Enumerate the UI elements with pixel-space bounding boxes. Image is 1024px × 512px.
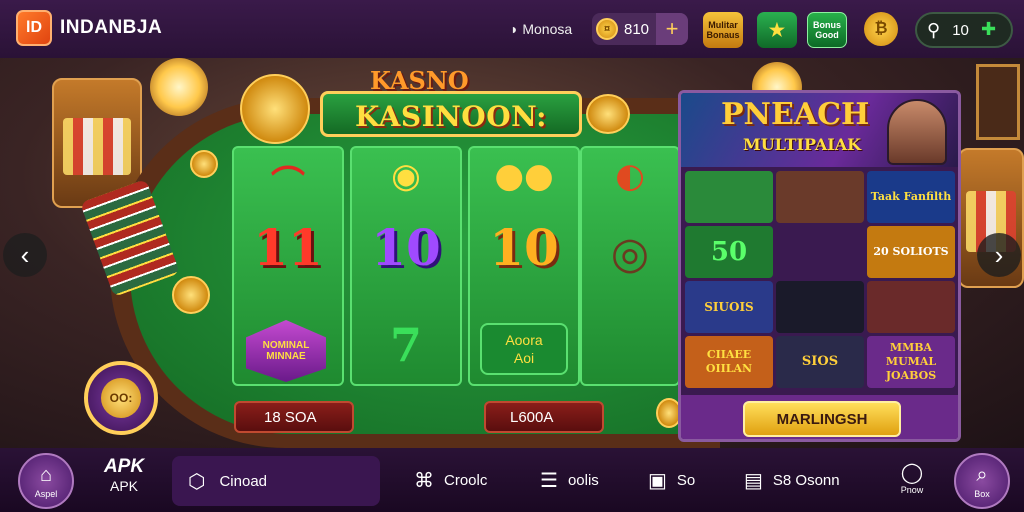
casino-scene: KASNO KASINOON: ⌒ 11 NOMINAL MINNAE ◉ 10…	[0, 58, 1024, 448]
nav-search-label: Box	[974, 488, 990, 499]
star-promo-icon[interactable]: ★	[757, 12, 797, 48]
nav-small-button[interactable]: ◯ Pnow	[892, 460, 932, 495]
search-icon: ⌕	[976, 463, 988, 486]
game-tile[interactable]	[776, 171, 864, 223]
top-bar: lD INDANBJA ◗ Monosa ¤ 810 + Mulitar Bon…	[0, 0, 1024, 58]
nav-active-label: Cinoad	[219, 472, 268, 490]
bet-box[interactable]: L600A	[484, 401, 604, 433]
chip-button[interactable]: OO:	[84, 361, 158, 435]
promo-grid: Taak Fanfilth 50 20 SOLIOTS SIUOIS CIIAE…	[685, 171, 955, 388]
chevron-right-icon[interactable]: ›	[977, 233, 1021, 277]
document-icon: ▤	[744, 470, 763, 492]
user-count: 10	[952, 21, 969, 39]
reel-2[interactable]: ◉ 10 7	[350, 146, 462, 386]
reel-number: 11	[253, 218, 323, 277]
game-title-banner: KASINOON:	[320, 91, 582, 137]
nav-item[interactable]: ☰ oolis	[540, 468, 599, 493]
barrel-icon: ◉	[391, 156, 421, 196]
coin-icon	[190, 150, 218, 178]
donut-icon: ◎	[610, 228, 650, 279]
currency-text: Monosa	[522, 21, 573, 37]
lamp-icon	[150, 58, 208, 116]
chip-value: OO:	[101, 378, 141, 418]
coins-icon: ●●	[494, 156, 554, 196]
reel-number: 10	[489, 218, 559, 277]
reel-4[interactable]: ◐ ◎	[580, 146, 680, 386]
promo-button[interactable]: MARLINGSH	[743, 401, 901, 437]
nav-search-button[interactable]: ⌕ Box	[954, 453, 1010, 509]
reel-badge: Aoora Aoi	[480, 323, 568, 375]
nav-item[interactable]: ▣ So	[648, 468, 695, 493]
brand-name: INDANBJA	[60, 17, 163, 38]
apk-logo: APK	[103, 456, 145, 477]
chat-icon: ◯	[900, 462, 924, 484]
nav-active-tab[interactable]: ⬡ Cinoad	[172, 456, 380, 506]
nav-home-label: Aspel	[34, 488, 58, 499]
coin-icon	[240, 74, 310, 144]
game-tile[interactable]: Taak Fanfilth	[867, 171, 955, 223]
hexagon-icon: ⬡	[188, 470, 206, 493]
apk-label: APK	[109, 478, 138, 494]
game-tile[interactable]: SIOS	[776, 336, 864, 388]
bet-box[interactable]: 18 SOA	[234, 401, 354, 433]
game-tile[interactable]: SIUOIS	[685, 281, 773, 333]
nav-home-button[interactable]: ⌂ Aspel	[18, 453, 74, 509]
game-tile[interactable]	[867, 281, 955, 333]
game-tile[interactable]: CIIAEE OIILAN	[685, 336, 773, 388]
promo-subtitle: MULTIPAIAK	[743, 135, 862, 154]
user-icon: ⚲	[927, 19, 941, 40]
coin-icon: ¤	[596, 18, 618, 40]
gem-icon: ✚	[981, 19, 997, 39]
nav-item-label: Croolc	[444, 472, 488, 489]
chevron-left-icon[interactable]: ‹	[3, 233, 47, 277]
nav-small-label: Pnow	[900, 485, 924, 495]
game-tile[interactable]: 20 SOLIOTS	[867, 226, 955, 278]
game-title: KASINOON:	[354, 100, 548, 133]
nav-item[interactable]: ▤ S8 Osonn	[744, 468, 840, 493]
bottom-nav	[0, 448, 1024, 512]
game-tile[interactable]: MMBA MUMAL JOABOS	[867, 336, 955, 388]
app-logo[interactable]: lD	[16, 10, 52, 46]
user-pill[interactable]: ⚲ 10 ✚	[915, 12, 1013, 48]
home-icon: ⌂	[39, 463, 53, 486]
promo-title: PNEACH	[721, 97, 870, 132]
reel-3[interactable]: ●● 10 Aoora Aoi	[468, 146, 580, 386]
currency-label[interactable]: ◗ Monosa	[510, 21, 572, 37]
bonus-icon[interactable]: Bonus Good	[807, 12, 847, 48]
coin-icon	[586, 94, 630, 134]
chart-icon: ▣	[648, 470, 667, 492]
promo-icon-1[interactable]: Mulitar Bonaus	[703, 12, 743, 48]
seven-icon: 7	[389, 318, 422, 372]
reel-number: 10	[371, 218, 441, 277]
nav-apk-button[interactable]: APK APK	[96, 456, 152, 494]
coin-icon	[172, 276, 210, 314]
wall-portrait	[976, 64, 1020, 140]
nav-item[interactable]: ⌘ Croolc	[414, 468, 487, 493]
game-tile[interactable]	[776, 281, 864, 333]
cap-icon: ⌒	[271, 164, 305, 204]
nav-item-label: S8 Osonn	[772, 472, 840, 489]
gold-coin-icon[interactable]: ₿	[864, 12, 898, 46]
chip-icon: ◐	[615, 156, 645, 196]
balance-box[interactable]: ¤ 810 +	[592, 13, 688, 45]
add-funds-button[interactable]: +	[656, 13, 688, 45]
balance-value: 810	[624, 20, 650, 38]
game-tile[interactable]	[776, 226, 864, 278]
reel-badge-line: Aoi	[513, 350, 535, 366]
promo-panel[interactable]: PNEACH MULTIPAIAK Taak Fanfilth 50 20 SO…	[678, 90, 961, 442]
currency-icon: ◗	[510, 21, 523, 37]
list-icon: ☰	[540, 470, 558, 492]
promo-header: PNEACH MULTIPAIAK	[681, 93, 958, 167]
game-tile[interactable]	[685, 171, 773, 223]
puzzle-icon: ⌘	[414, 470, 434, 492]
nav-item-label: So	[676, 472, 696, 489]
game-tile[interactable]: 50	[685, 226, 773, 278]
host-avatar	[887, 99, 947, 165]
nav-item-label: oolis	[567, 472, 599, 489]
reel-badge-line: Aoora	[505, 332, 543, 348]
